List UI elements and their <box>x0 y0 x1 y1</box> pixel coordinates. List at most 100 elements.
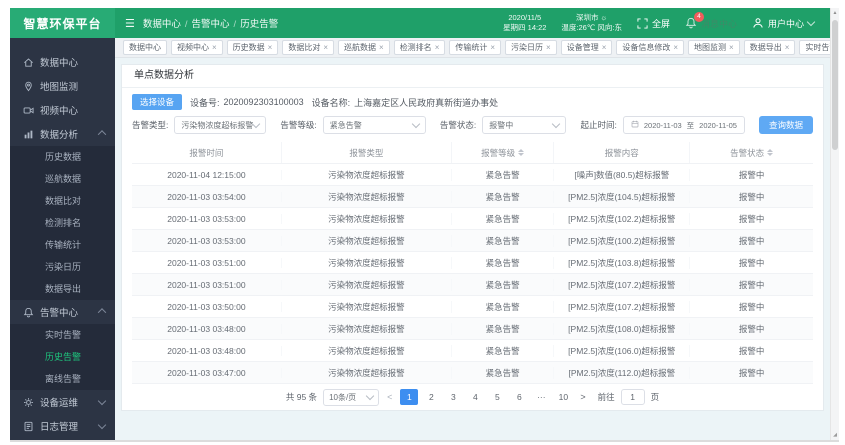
sidebar-subitem-detect-rank[interactable]: 检测排名 <box>10 212 115 234</box>
column-header[interactable]: 告警状态 <box>690 142 813 163</box>
sidebar-item-data-center[interactable]: 数据中心 <box>10 50 115 74</box>
message-center-button[interactable]: 4 消息中心 <box>685 17 737 30</box>
close-icon[interactable]: × <box>435 44 440 52</box>
sort-icon[interactable] <box>518 149 524 156</box>
next-page-button[interactable]: > <box>578 392 587 402</box>
menu-toggle-icon[interactable]: ☰ <box>125 17 135 30</box>
goto-page-input[interactable] <box>621 389 645 405</box>
tab-data-compare[interactable]: 数据比对× <box>282 40 334 55</box>
sidebar-subitem-data-export[interactable]: 数据导出 <box>10 278 115 300</box>
tab-device-mgmt[interactable]: 设备管理× <box>561 40 613 55</box>
sidebar-item-data-analysis[interactable]: 数据分析 <box>10 122 115 146</box>
tab-history-data[interactable]: 历史数据× <box>227 40 279 55</box>
table-row[interactable]: 2020-11-03 03:50:00污染物浓度超标报警紧急告警[PM2.5]浓… <box>132 296 813 318</box>
table-row[interactable]: 2020-11-03 03:54:00污染物浓度超标报警紧急告警[PM2.5]浓… <box>132 186 813 208</box>
tab-label: 设备信息修改 <box>622 42 670 53</box>
tab-data-export[interactable]: 数据导出× <box>744 40 796 55</box>
sidebar-subitem-realtime-alarm[interactable]: 实时告警 <box>10 324 115 346</box>
sidebar-subitem-cruise-data[interactable]: 巡航数据 <box>10 168 115 190</box>
sidebar-item-video-center[interactable]: 视频中心 <box>10 98 115 122</box>
close-icon[interactable]: × <box>212 44 217 52</box>
tab-pollution-calendar[interactable]: 污染日历× <box>505 40 557 55</box>
app-window: 智慧环保平台 ☰ 数据中心/告警中心/历史告警 2020/11/5 星期四 14… <box>10 8 830 440</box>
pager-page-4[interactable]: 4 <box>466 389 484 405</box>
sidebar-item-device-ops[interactable]: 设备运维 <box>10 390 115 414</box>
sidebar-subitem-pollution-calendar[interactable]: 污染日历 <box>10 256 115 278</box>
alarm-status-select[interactable]: 报警中 <box>482 116 566 134</box>
close-icon[interactable]: × <box>729 44 734 52</box>
table-row[interactable]: 2020-11-03 03:48:00污染物浓度超标报警紧急告警[PM2.5]浓… <box>132 318 813 340</box>
breadcrumb-item[interactable]: 告警中心 <box>192 19 230 30</box>
gear-icon <box>23 397 34 408</box>
pager-page-2[interactable]: 2 <box>422 389 440 405</box>
pager-more[interactable]: ··· <box>532 389 550 405</box>
column-header[interactable]: 报警内容 <box>554 142 690 163</box>
table-row[interactable]: 2020-11-03 03:53:00污染物浓度超标报警紧急告警[PM2.5]浓… <box>132 230 813 252</box>
map-pin-icon <box>23 81 34 92</box>
table-row[interactable]: 2020-11-03 03:53:00污染物浓度超标报警紧急告警[PM2.5]浓… <box>132 208 813 230</box>
pager-page-1[interactable]: 1 <box>400 389 418 405</box>
pager-page-10[interactable]: 10 <box>554 389 572 405</box>
sidebar-item-log-mgmt[interactable]: 日志管理 <box>10 414 115 438</box>
table-row[interactable]: 2020-11-04 12:15:00污染物浓度超标报警紧急告警[噪声]数值(8… <box>132 164 813 186</box>
page-size-value: 10条/页 <box>329 392 356 403</box>
tab-data-center[interactable]: 数据中心 <box>123 40 167 55</box>
query-data-button[interactable]: 查询数据 <box>759 116 813 134</box>
prev-page-button[interactable]: < <box>385 392 394 402</box>
table-cell: 报警中 <box>690 191 813 203</box>
close-icon[interactable]: × <box>673 44 678 52</box>
column-header[interactable]: 报警等级 <box>452 142 554 163</box>
column-header[interactable]: 报警时间 <box>132 142 282 163</box>
sidebar-item-alarm-center[interactable]: 告警中心 <box>10 300 115 324</box>
sidebar-item-label: 地图监测 <box>40 79 78 93</box>
tab-cruise-data[interactable]: 巡航数据× <box>338 40 390 55</box>
scroll-up-arrow-icon[interactable]: ▲ <box>831 9 839 17</box>
tab-realtime-alarm[interactable]: 实时告警× <box>799 40 830 55</box>
table-cell: 报警中 <box>690 213 813 225</box>
table-row[interactable]: 2020-11-03 03:51:00污染物浓度超标报警紧急告警[PM2.5]浓… <box>132 274 813 296</box>
sidebar-subitem-transfer-stats[interactable]: 传输统计 <box>10 234 115 256</box>
close-icon[interactable]: × <box>490 44 495 52</box>
close-icon[interactable]: × <box>268 44 273 52</box>
user-center-button[interactable]: 用户中心 <box>752 17 814 30</box>
table-row[interactable]: 2020-11-03 03:48:00污染物浓度超标报警紧急告警[PM2.5]浓… <box>132 340 813 362</box>
sidebar-item-map-monitor[interactable]: 地图监测 <box>10 74 115 98</box>
date-range-picker[interactable]: 2020-11-03 至 2020-11-05 <box>623 116 745 134</box>
scrollbar-thumb[interactable] <box>832 20 838 150</box>
table-row[interactable]: 2020-11-03 03:47:00污染物浓度超标报警紧急告警[PM2.5]浓… <box>132 362 813 384</box>
close-icon[interactable]: × <box>379 44 384 52</box>
close-icon[interactable]: × <box>323 44 328 52</box>
alarm-level-select[interactable]: 紧急告警 <box>323 116 426 134</box>
table-row[interactable]: 2020-11-03 03:51:00污染物浓度超标报警紧急告警[PM2.5]浓… <box>132 252 813 274</box>
fullscreen-button[interactable]: 全屏 <box>637 17 670 30</box>
sidebar-subitem-data-compare[interactable]: 数据比对 <box>10 190 115 212</box>
sidebar-subitem-history-alarm[interactable]: 历史告警 <box>10 346 115 368</box>
alarm-type-select[interactable]: 污染物浓度超标报警 <box>174 116 266 134</box>
sidebar-subitem-history-data[interactable]: 历史数据 <box>10 146 115 168</box>
pager-page-5[interactable]: 5 <box>488 389 506 405</box>
table-cell: 2020-11-04 12:15:00 <box>132 170 282 180</box>
sidebar-subitem-offline-alarm[interactable]: 离线告警 <box>10 368 115 390</box>
breadcrumb-item[interactable]: 数据中心 <box>143 19 181 30</box>
tab-map-monitor[interactable]: 地图监测× <box>688 40 740 55</box>
tab-detect-rank[interactable]: 检测排名× <box>394 40 446 55</box>
close-icon[interactable]: × <box>546 44 551 52</box>
sort-icon[interactable] <box>767 149 773 156</box>
close-icon[interactable]: × <box>785 44 790 52</box>
vertical-scrollbar[interactable]: ▲ ◢ <box>830 8 839 440</box>
pager-page-6[interactable]: 6 <box>510 389 528 405</box>
panel-title: 单点数据分析 <box>122 65 823 88</box>
column-header[interactable]: 报警类型 <box>282 142 452 163</box>
tab-video-center[interactable]: 视频中心× <box>171 40 223 55</box>
select-device-button[interactable]: 选择设备 <box>132 94 182 110</box>
breadcrumb-item[interactable]: 历史告警 <box>240 19 278 30</box>
pager-page-3[interactable]: 3 <box>444 389 462 405</box>
column-header-label: 报警内容 <box>605 147 639 159</box>
page-size-select[interactable]: 10条/页 <box>323 389 379 406</box>
tab-transfer-stats[interactable]: 传输统计× <box>449 40 501 55</box>
sidebar-item-label: 日志管理 <box>40 419 78 433</box>
bar-chart-icon <box>23 129 34 140</box>
close-icon[interactable]: × <box>602 44 607 52</box>
tab-device-info-edit[interactable]: 设备信息修改× <box>616 40 684 55</box>
bell-icon: 4 <box>685 17 697 29</box>
